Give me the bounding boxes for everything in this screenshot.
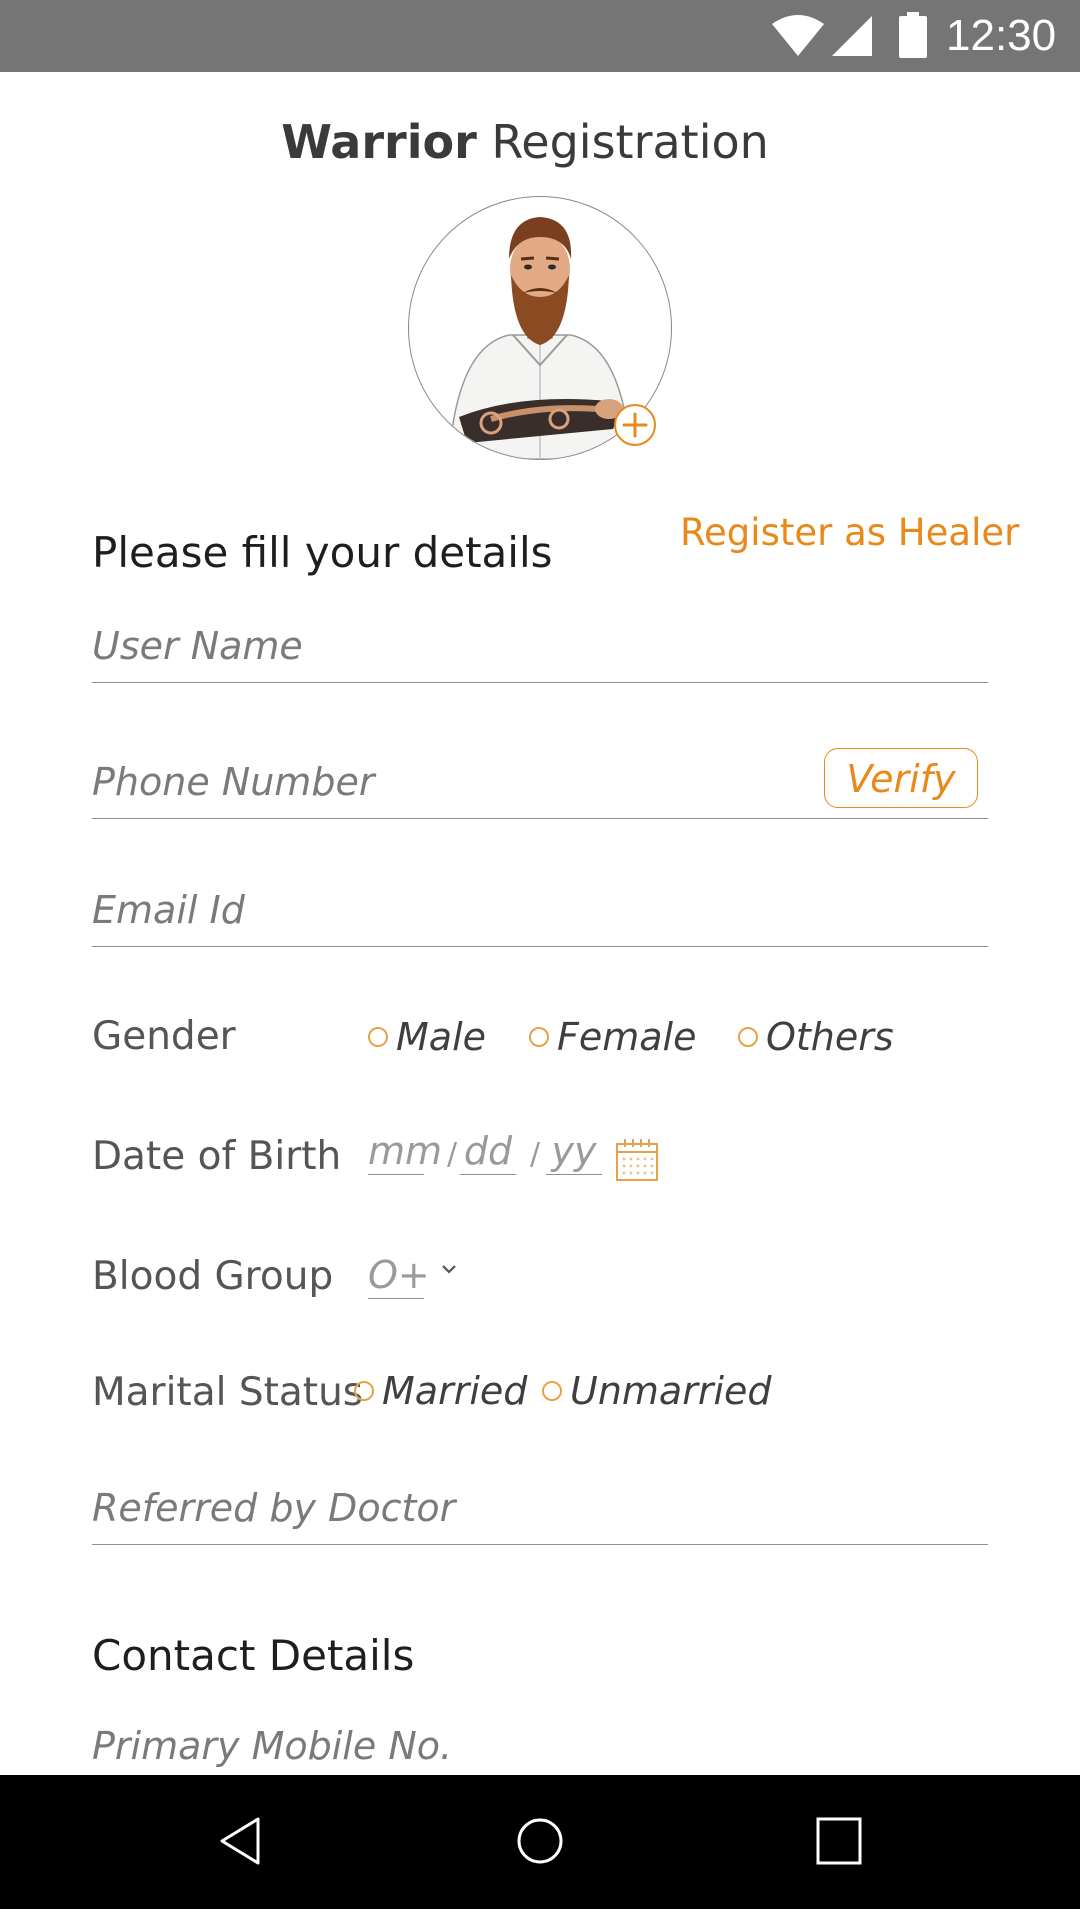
- page-title-strong: Warrior: [281, 115, 477, 169]
- radio-circle-icon: [542, 1381, 562, 1401]
- dob-separator: /: [530, 1137, 541, 1172]
- gender-option-female[interactable]: Female: [529, 1012, 696, 1062]
- primary-mobile-field: [92, 1712, 988, 1782]
- gender-option-others[interactable]: Others: [738, 1012, 894, 1062]
- plus-icon: [622, 412, 648, 438]
- battery-icon: [899, 12, 927, 58]
- phone-field: Verify: [92, 748, 988, 819]
- gender-label: Gender: [92, 1014, 236, 1059]
- blood-group-label: Blood Group: [92, 1254, 334, 1299]
- blood-group-select[interactable]: O+: [368, 1252, 430, 1299]
- email-input[interactable]: [92, 882, 988, 938]
- referred-by-input[interactable]: [92, 1480, 988, 1536]
- system-nav-bar: [0, 1775, 1080, 1909]
- radio-circle-icon: [354, 1381, 374, 1401]
- gender-option-label: Male: [396, 1015, 487, 1059]
- username-input[interactable]: [92, 618, 988, 674]
- wifi-icon: [772, 15, 824, 56]
- dob-label: Date of Birth: [92, 1134, 342, 1179]
- add-photo-button[interactable]: [614, 404, 656, 446]
- radio-circle-icon: [529, 1027, 549, 1047]
- username-field: [92, 612, 988, 683]
- details-heading: Please fill your details: [92, 528, 553, 577]
- marital-option-label: Married: [382, 1369, 528, 1413]
- registration-screen: Warrior Registration Please fill your de…: [0, 72, 1080, 1775]
- page-title-rest: Registration: [476, 115, 769, 169]
- signal-icon: [832, 16, 872, 56]
- primary-mobile-input[interactable]: [92, 1718, 988, 1774]
- marital-option-married[interactable]: Married: [354, 1366, 527, 1416]
- page-title: Warrior Registration: [0, 112, 1050, 172]
- chevron-down-icon[interactable]: [440, 1262, 458, 1276]
- home-icon[interactable]: [514, 1813, 566, 1869]
- contact-details-heading: Contact Details: [92, 1631, 415, 1680]
- marital-option-label: Unmarried: [570, 1369, 772, 1413]
- gender-option-male[interactable]: Male: [368, 1012, 486, 1062]
- dob-month-input[interactable]: mm: [368, 1128, 442, 1175]
- recents-icon[interactable]: [814, 1813, 864, 1869]
- gender-option-label: Others: [766, 1015, 894, 1059]
- status-bar: 12:30: [0, 0, 1080, 72]
- dob-year-input[interactable]: yy: [546, 1128, 602, 1175]
- register-as-healer-link[interactable]: Register as Healer: [680, 510, 1019, 556]
- clock: 12:30: [946, 11, 1057, 60]
- dob-separator: /: [447, 1137, 458, 1172]
- radio-circle-icon: [368, 1027, 388, 1047]
- marital-status-label: Marital Status: [92, 1370, 364, 1415]
- referred-by-field: [92, 1474, 988, 1545]
- back-icon[interactable]: [216, 1813, 266, 1869]
- verify-button[interactable]: Verify: [824, 748, 978, 808]
- radio-circle-icon: [738, 1027, 758, 1047]
- marital-option-unmarried[interactable]: Unmarried: [542, 1366, 772, 1416]
- phone-input[interactable]: [92, 754, 792, 810]
- email-field: [92, 876, 988, 947]
- calendar-icon[interactable]: [614, 1137, 660, 1183]
- gender-option-label: Female: [557, 1015, 697, 1059]
- dob-day-input[interactable]: dd: [460, 1128, 516, 1175]
